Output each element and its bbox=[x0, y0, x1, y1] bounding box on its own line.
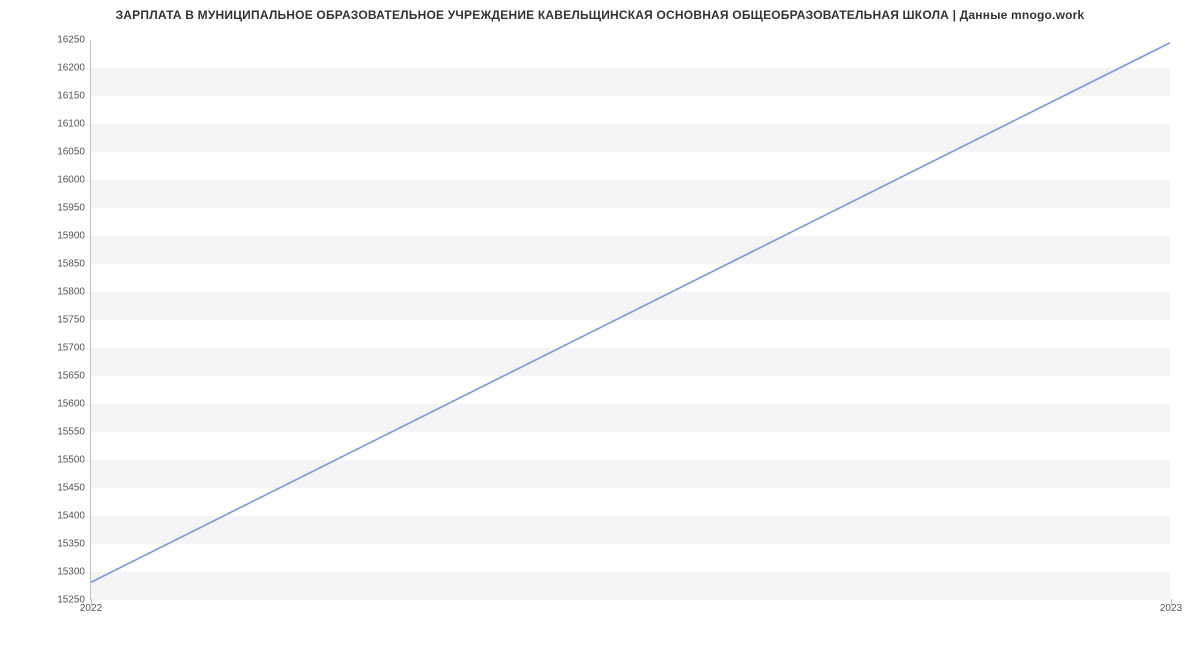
line-series bbox=[91, 40, 1170, 599]
y-tick-label: 15400 bbox=[57, 511, 85, 522]
y-tick-label: 16050 bbox=[57, 147, 85, 158]
y-tick-label: 15800 bbox=[57, 287, 85, 298]
x-tick bbox=[91, 599, 92, 605]
y-tick-label: 15350 bbox=[57, 539, 85, 550]
plot-area: 1525015300153501540015450155001555015600… bbox=[90, 40, 1170, 600]
chart-title: ЗАРПЛАТА В МУНИЦИПАЛЬНОЕ ОБРАЗОВАТЕЛЬНОЕ… bbox=[0, 8, 1200, 22]
y-tick-label: 16150 bbox=[57, 91, 85, 102]
y-tick-label: 15700 bbox=[57, 343, 85, 354]
y-tick-label: 16000 bbox=[57, 175, 85, 186]
y-tick-label: 15500 bbox=[57, 455, 85, 466]
series-line bbox=[91, 43, 1170, 582]
y-tick-label: 15750 bbox=[57, 315, 85, 326]
y-tick-label: 15600 bbox=[57, 399, 85, 410]
y-tick-label: 15550 bbox=[57, 427, 85, 438]
y-tick-label: 15650 bbox=[57, 371, 85, 382]
y-tick-label: 15900 bbox=[57, 231, 85, 242]
x-tick bbox=[1171, 599, 1172, 605]
y-tick-label: 15850 bbox=[57, 259, 85, 270]
y-tick-label: 15950 bbox=[57, 203, 85, 214]
y-tick-label: 16100 bbox=[57, 119, 85, 130]
y-tick-label: 15300 bbox=[57, 567, 85, 578]
y-tick-label: 15450 bbox=[57, 483, 85, 494]
y-tick-label: 16200 bbox=[57, 63, 85, 74]
y-tick-label: 16250 bbox=[57, 35, 85, 46]
chart-container: ЗАРПЛАТА В МУНИЦИПАЛЬНОЕ ОБРАЗОВАТЕЛЬНОЕ… bbox=[0, 0, 1200, 650]
